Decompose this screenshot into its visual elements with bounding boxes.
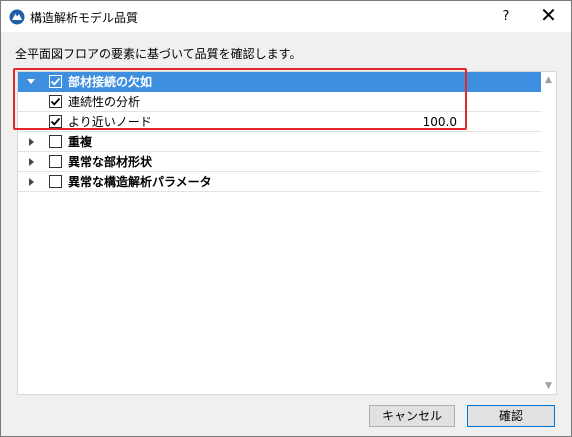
expand-arrow-icon[interactable]	[25, 72, 37, 92]
close-button[interactable]: ✕	[526, 1, 571, 32]
cancel-button[interactable]: キャンセル	[369, 405, 455, 427]
description-text: 全平面図フロアの要素に基づいて品質を確認します。	[15, 47, 302, 61]
tree-row-closer-nodes[interactable]: より近いノード 100.0	[18, 112, 541, 132]
quality-check-dialog: 構造解析モデル品質 ? ✕ 全平面図フロアの要素に基づいて品質を確認します。 部…	[0, 0, 572, 437]
scroll-up-icon[interactable]: ▲	[541, 73, 556, 87]
tree-row-duplicates[interactable]: 重複	[18, 132, 541, 152]
vertical-scrollbar[interactable]: ▲ ▼	[541, 72, 556, 394]
checkbox-continuity-analysis[interactable]	[49, 95, 62, 108]
tree-row-continuity-analysis[interactable]: 連続性の分析	[18, 92, 541, 112]
checkbox-abnormal-analysis-parameters[interactable]	[49, 175, 62, 188]
checkbox-closer-nodes[interactable]	[49, 115, 62, 128]
collapse-arrow-icon[interactable]	[25, 172, 37, 192]
window-title: 構造解析モデル品質	[30, 11, 139, 25]
collapse-arrow-icon[interactable]	[25, 152, 37, 172]
quality-check-tree: 部材接続の欠如 連続性の分析 より近いノード 100.0 重複 異常な部材形状 …	[17, 71, 557, 395]
tree-row-missing-member-connection[interactable]: 部材接続の欠如	[18, 72, 541, 92]
tree-row-abnormal-member-shape[interactable]: 異常な部材形状	[18, 152, 541, 172]
collapse-arrow-icon[interactable]	[25, 132, 37, 152]
tree-row-label: 部材接続の欠如	[68, 75, 153, 89]
checkbox-abnormal-member-shape[interactable]	[49, 155, 62, 168]
help-button[interactable]: ?	[489, 1, 523, 32]
tree-row-label: 連続性の分析	[68, 95, 141, 109]
tree-row-label: 重複	[68, 135, 93, 149]
tree-row-label: 異常な構造解析パラメータ	[68, 175, 212, 189]
confirm-button[interactable]: 確認	[467, 405, 555, 427]
tree-row-label: より近いノード	[68, 115, 152, 129]
closer-nodes-value[interactable]: 100.0	[423, 112, 457, 132]
tree-row-abnormal-analysis-parameters[interactable]: 異常な構造解析パラメータ	[18, 172, 541, 192]
title-bar: 構造解析モデル品質 ? ✕	[1, 1, 571, 32]
scroll-down-icon[interactable]: ▼	[541, 379, 556, 393]
app-logo-icon	[9, 9, 25, 25]
checkbox-missing-member-connection[interactable]	[49, 75, 62, 88]
checkbox-duplicates[interactable]	[49, 135, 62, 148]
tree-row-label: 異常な部材形状	[68, 155, 153, 169]
